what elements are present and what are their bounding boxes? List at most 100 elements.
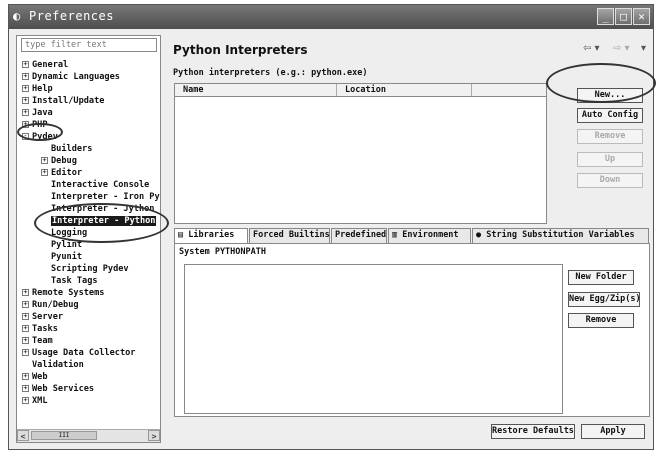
- expand-icon[interactable]: +: [22, 73, 29, 80]
- expand-icon[interactable]: +: [22, 349, 29, 356]
- tree-item-label: XML: [32, 396, 48, 406]
- scroll-left-button[interactable]: <: [17, 430, 29, 441]
- tree-item[interactable]: + Dynamic Languages: [22, 72, 120, 84]
- tree-item-label: Interpreter - Jython: [51, 204, 155, 214]
- tree-item[interactable]: Pylint: [41, 240, 82, 252]
- tree-item[interactable]: + Web Services: [22, 384, 94, 396]
- expand-icon[interactable]: +: [41, 157, 48, 164]
- expand-icon[interactable]: +: [22, 337, 29, 344]
- tree-item[interactable]: + Java: [22, 108, 53, 120]
- tree-item-label: Usage Data Collector: [32, 348, 136, 358]
- interpreters-table[interactable]: Name Location: [174, 83, 547, 224]
- tree-item[interactable]: + Debug: [41, 156, 77, 168]
- tree-item[interactable]: + Tasks: [22, 324, 58, 336]
- tree-item[interactable]: Scripting Pydev: [41, 264, 129, 276]
- expand-icon[interactable]: +: [22, 109, 29, 116]
- expand-icon[interactable]: +: [22, 325, 29, 332]
- tree-item[interactable]: Logging: [41, 228, 87, 240]
- tree-item[interactable]: + Install/Update: [22, 96, 104, 108]
- tree-item-label: PHP: [32, 120, 48, 130]
- tree-item[interactable]: + Remote Systems: [22, 288, 104, 300]
- expand-icon[interactable]: +: [22, 97, 29, 104]
- tree-item[interactable]: + Usage Data Collector: [22, 348, 135, 360]
- tree-item[interactable]: Pyunit: [41, 252, 82, 264]
- tree-item[interactable]: + General: [22, 60, 68, 72]
- new-interpreter-button[interactable]: New...: [577, 88, 643, 103]
- new-folder-button[interactable]: New Folder: [568, 270, 634, 285]
- tree-item[interactable]: Builders: [41, 144, 92, 156]
- tree-item[interactable]: + Help: [22, 84, 53, 96]
- tree-item[interactable]: + Editor: [41, 168, 82, 180]
- tree-item[interactable]: + Team: [22, 336, 53, 348]
- tree-horizontal-scrollbar[interactable]: < III >: [17, 429, 160, 442]
- tree-item[interactable]: + XML: [22, 396, 48, 408]
- tree-item[interactable]: + Server: [22, 312, 63, 324]
- column-header-location[interactable]: Location: [345, 85, 386, 95]
- tree-item[interactable]: Validation: [22, 360, 84, 372]
- tab-string-substitution[interactable]: ● String Substitution Variables: [472, 228, 649, 243]
- collapse-icon[interactable]: -: [22, 133, 29, 140]
- tab-forced-builtins[interactable]: Forced Builtins: [249, 228, 330, 243]
- tree-item-label: General: [32, 60, 69, 70]
- scroll-thumb[interactable]: III: [31, 431, 97, 440]
- tree-item[interactable]: - Pydev: [22, 132, 58, 144]
- remove-path-button[interactable]: Remove: [568, 313, 634, 328]
- tree-item[interactable]: + Web: [22, 372, 48, 384]
- tree-item[interactable]: Interactive Console: [41, 180, 149, 192]
- dot-icon: ●: [476, 230, 487, 240]
- expand-icon[interactable]: +: [22, 289, 29, 296]
- expand-icon[interactable]: +: [22, 61, 29, 68]
- column-header-name[interactable]: Name: [183, 85, 203, 95]
- maximize-button[interactable]: □: [615, 8, 632, 25]
- expand-icon[interactable]: +: [22, 85, 29, 92]
- tree-item[interactable]: Task Tags: [41, 276, 98, 288]
- tree-item-label: Interpreter - Iron Py: [51, 192, 160, 202]
- tree-item[interactable]: Interpreter - Jython: [41, 204, 154, 216]
- tree-item-label: Help: [32, 84, 53, 94]
- title-bar[interactable]: ◐ Preferences _ □ ✕: [9, 5, 653, 29]
- expand-icon[interactable]: +: [22, 301, 29, 308]
- auto-config-button[interactable]: Auto Config: [577, 108, 643, 123]
- minimize-button[interactable]: _: [597, 8, 614, 25]
- expand-icon[interactable]: +: [41, 169, 48, 176]
- expand-icon[interactable]: +: [22, 385, 29, 392]
- tree-item-label: Validation: [32, 360, 84, 370]
- expand-icon[interactable]: +: [22, 313, 29, 320]
- up-button[interactable]: Up: [577, 152, 643, 167]
- tree-item-label: Builders: [51, 144, 93, 154]
- tree-item-label: Interpreter - Python: [51, 216, 157, 226]
- column-divider: [471, 84, 472, 96]
- expand-icon[interactable]: +: [22, 373, 29, 380]
- back-nav-button[interactable]: ⇦ ▾: [583, 43, 600, 54]
- filter-input[interactable]: type filter text: [21, 38, 157, 52]
- apply-button[interactable]: Apply: [581, 424, 645, 439]
- tab-predefined[interactable]: Predefined: [331, 228, 387, 243]
- close-button[interactable]: ✕: [633, 8, 650, 25]
- forward-nav-button[interactable]: ⇨ ▾: [613, 43, 630, 54]
- expand-icon[interactable]: +: [22, 397, 29, 404]
- tree-item-label: Web: [32, 372, 48, 382]
- tree-item[interactable]: Interpreter - Python: [41, 216, 157, 228]
- tree-item[interactable]: Interpreter - Iron Py: [41, 192, 160, 204]
- pythonpath-list[interactable]: [184, 264, 563, 414]
- preferences-window: ◐ Preferences _ □ ✕ type filter text + Ge…: [8, 4, 656, 450]
- new-egg-zip-button[interactable]: New Egg/Zip(s): [568, 292, 641, 307]
- books-icon: ▤: [178, 230, 189, 240]
- tree-item-label: Task Tags: [51, 276, 98, 286]
- tab-libraries[interactable]: ▤ Libraries: [174, 228, 248, 244]
- remove-interpreter-button[interactable]: Remove: [577, 129, 643, 144]
- page-menu-button[interactable]: ▾: [641, 43, 646, 54]
- tree-item-label: Install/Update: [32, 96, 105, 106]
- tree-item[interactable]: + Run/Debug: [22, 300, 79, 312]
- tree-item-label: Server: [32, 312, 64, 322]
- restore-defaults-button[interactable]: Restore Defaults: [491, 424, 575, 439]
- scroll-right-button[interactable]: >: [148, 430, 160, 441]
- expand-icon[interactable]: +: [22, 121, 29, 128]
- down-button[interactable]: Down: [577, 173, 643, 188]
- tree-item-label: Logging: [51, 228, 88, 238]
- table-header: Name Location: [175, 84, 546, 97]
- page-description: Python interpreters (e.g.: python.exe): [173, 68, 368, 78]
- tree-item-label: Interactive Console: [51, 180, 150, 190]
- tab-environment[interactable]: ▥ Environment: [388, 228, 471, 243]
- tree-item[interactable]: + PHP: [22, 120, 48, 132]
